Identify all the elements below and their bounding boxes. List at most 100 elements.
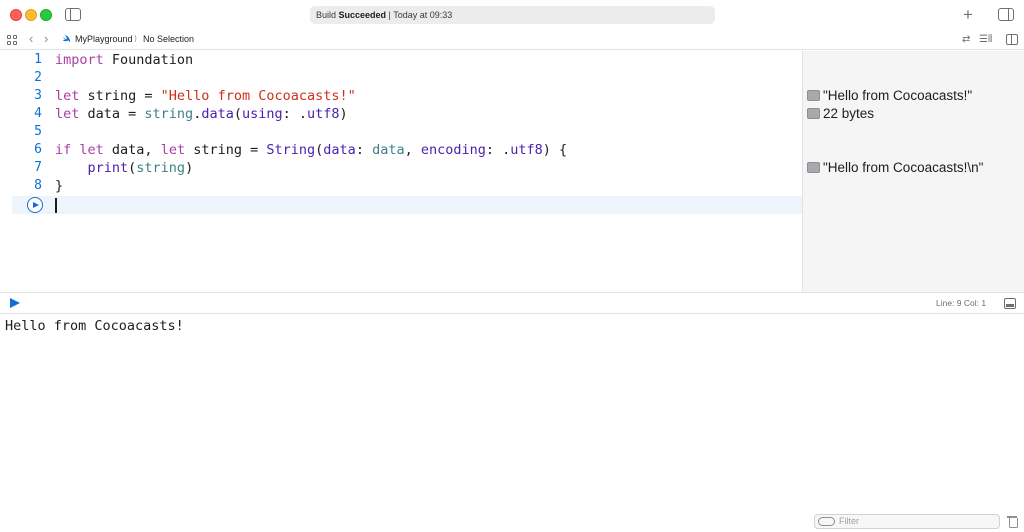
- breadcrumb-selection[interactable]: No Selection: [143, 34, 194, 44]
- code-token: (: [233, 106, 242, 122]
- console-toggle-icon[interactable]: [1004, 298, 1016, 309]
- minimize-window-button[interactable]: [25, 9, 37, 21]
- code-token: data: [323, 142, 356, 158]
- code-token: String: [266, 142, 316, 158]
- status-time: | Today at 09:33: [386, 10, 453, 20]
- swift-file-icon: [62, 35, 71, 43]
- split-editor-icon[interactable]: [1006, 34, 1018, 45]
- add-library-button[interactable]: +: [963, 6, 973, 23]
- code-line[interactable]: 5: [0, 123, 802, 141]
- code-text: }: [55, 177, 63, 195]
- line-number: 7: [34, 160, 42, 175]
- run-to-line-icon[interactable]: [27, 197, 43, 213]
- zoom-window-button[interactable]: [40, 9, 52, 21]
- result-line-3: "Hello from Cocoacasts!": [807, 87, 972, 105]
- result-value: 22 bytes: [823, 106, 875, 121]
- code-line[interactable]: 3 let string = "Hello from Cocoacasts!": [0, 87, 802, 105]
- navigate-back-icon[interactable]: ‹: [29, 31, 33, 46]
- code-token: string: [144, 106, 194, 122]
- code-token: encoding: [420, 142, 486, 158]
- line-number: 3: [34, 88, 42, 103]
- code-line[interactable]: 4 let data = string.data(using: .utf8): [0, 105, 802, 123]
- code-token: Foundation: [103, 52, 194, 68]
- breadcrumb-project[interactable]: MyPlayground: [75, 34, 133, 44]
- quick-look-icon[interactable]: [807, 90, 820, 101]
- execute-playground-icon[interactable]: [10, 298, 20, 308]
- navigate-forward-icon[interactable]: ›: [44, 31, 48, 46]
- adjust-editor-icon[interactable]: ☰⫴: [979, 34, 992, 45]
- quick-look-icon[interactable]: [807, 162, 820, 173]
- code-text: import Foundation: [55, 51, 193, 69]
- code-editor[interactable]: 1 import Foundation 2 3 let string = "Hello …: [0, 51, 802, 292]
- code-token: data: [201, 106, 234, 122]
- code-token: if: [55, 142, 72, 158]
- code-token: ): [185, 160, 194, 176]
- result-line-7: "Hello from Cocoacasts!\n": [807, 159, 983, 177]
- filter-icon: [818, 517, 835, 526]
- code-token: data =: [79, 106, 145, 122]
- code-token: : .: [485, 142, 511, 158]
- window-titlebar: Build Succeeded | Today at 09:33 +: [0, 0, 1024, 30]
- code-token: let: [79, 142, 104, 158]
- result-line-4: 22 bytes: [807, 105, 874, 123]
- navigator-toggle-icon[interactable]: [65, 8, 81, 21]
- result-value: "Hello from Cocoacasts!\n": [823, 160, 984, 175]
- line-number: 5: [34, 124, 42, 139]
- code-line[interactable]: 2: [0, 69, 802, 87]
- status-prefix: Build: [316, 10, 339, 20]
- code-text: print(string): [55, 159, 194, 177]
- trash-icon[interactable]: [1007, 515, 1018, 528]
- code-line[interactable]: 6 if let data, let string = String(data: …: [0, 141, 802, 159]
- code-token: utf8: [307, 106, 340, 122]
- code-text: if let data, let string = String(data: d…: [55, 141, 567, 159]
- code-token: print: [87, 160, 129, 176]
- console-output: Hello from Cocoacasts!: [5, 318, 184, 334]
- line-number: 8: [34, 178, 42, 193]
- line-number: 4: [34, 106, 42, 121]
- code-token: ,: [404, 142, 421, 158]
- line-number: 6: [34, 142, 42, 157]
- code-token: import: [55, 52, 104, 68]
- code-token: string =: [185, 142, 267, 158]
- code-token: using: [242, 106, 283, 122]
- inspector-toggle-icon[interactable]: [998, 8, 1014, 21]
- code-token: :: [355, 142, 373, 158]
- line-number: 1: [34, 52, 42, 67]
- results-sidebar: "Hello from Cocoacasts!" 22 bytes "Hello…: [802, 51, 1024, 292]
- code-token: }: [55, 178, 64, 194]
- code-token: let: [55, 106, 80, 122]
- breadcrumb-separator: ⟩: [134, 34, 138, 43]
- code-token: data,: [103, 142, 161, 158]
- code-token: ) {: [542, 142, 568, 158]
- quick-look-icon[interactable]: [807, 108, 820, 119]
- text-cursor: [55, 198, 57, 213]
- code-token: data: [372, 142, 405, 158]
- code-token: let: [160, 142, 186, 158]
- code-token: ): [339, 106, 348, 122]
- current-line-highlight: [12, 196, 802, 214]
- code-line[interactable]: 8}: [0, 177, 802, 195]
- code-token: string =: [79, 88, 161, 104]
- code-token: : .: [282, 106, 308, 122]
- code-token: "Hello from Cocoacasts!": [160, 88, 356, 104]
- code-text: let data = string.data(using: .utf8): [55, 105, 348, 123]
- line-number: 2: [34, 70, 42, 85]
- code-token: let: [55, 88, 80, 104]
- code-line[interactable]: 7 print(string): [0, 159, 802, 177]
- status-result: Succeeded: [338, 10, 387, 20]
- code-token: utf8: [510, 142, 543, 158]
- console-area[interactable]: Hello from Cocoacasts! Filter: [0, 314, 1024, 532]
- debug-bar: Line: 9 Col: 1: [0, 292, 1024, 314]
- cursor-position: Line: 9 Col: 1: [936, 298, 987, 308]
- jump-bar: ‹ › MyPlayground ⟩ No Selection ⇄ ☰⫴: [0, 30, 1024, 50]
- related-items-icon[interactable]: ⇄: [962, 34, 970, 45]
- activity-status: Build Succeeded | Today at 09:33: [310, 6, 715, 24]
- result-value: "Hello from Cocoacasts!": [823, 88, 973, 103]
- code-text: let string = "Hello from Cocoacasts!": [55, 87, 356, 105]
- code-line[interactable]: 1 import Foundation: [0, 51, 802, 69]
- close-window-button[interactable]: [10, 9, 22, 21]
- code-token: string: [136, 160, 186, 176]
- related-items-grid-icon[interactable]: [7, 35, 17, 45]
- console-filter-input[interactable]: Filter: [814, 514, 1000, 529]
